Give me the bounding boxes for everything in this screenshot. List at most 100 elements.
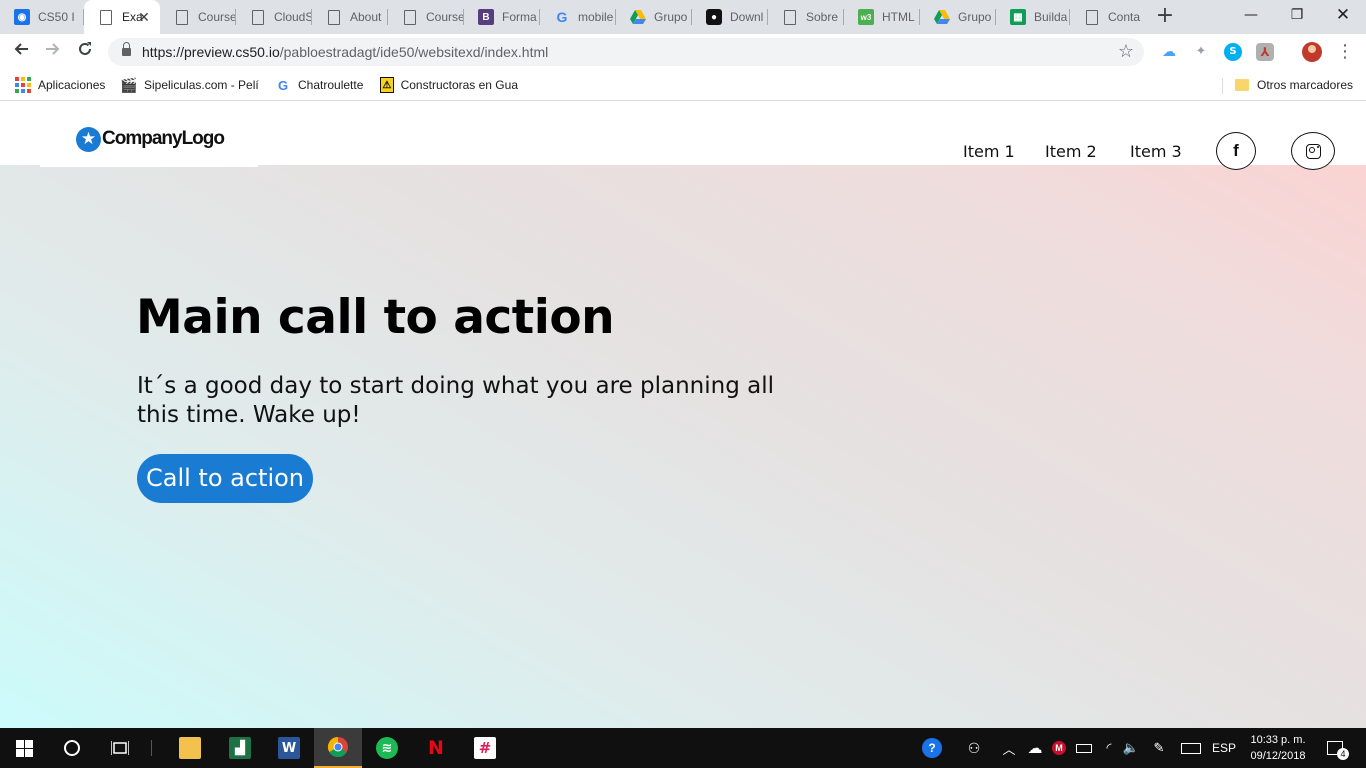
bookmark-sipeliculas[interactable]: 🎬 Sipeliculas.com - Pelí: [121, 76, 261, 94]
tab-about[interactable]: About: [312, 0, 388, 34]
bookmarks-bar: Aplicaciones 🎬 Sipeliculas.com - Pelí G …: [0, 70, 1366, 101]
taskbar-netflix[interactable]: N: [412, 728, 460, 768]
people-tray[interactable]: ⚇: [960, 728, 988, 768]
task-view-button[interactable]: [96, 728, 144, 768]
onedrive-extension-icon[interactable]: ☁: [1160, 43, 1178, 61]
restore-button[interactable]: ❐: [1274, 0, 1320, 30]
facebook-button[interactable]: f: [1216, 132, 1256, 170]
tab-download[interactable]: ● Downl: [692, 0, 768, 34]
forward-arrow-icon: [46, 43, 60, 55]
instagram-button[interactable]: [1291, 132, 1335, 170]
keyboard-tray[interactable]: [1178, 728, 1204, 768]
taskbar-chrome[interactable]: [314, 728, 362, 768]
tab-course[interactable]: Course: [160, 0, 236, 34]
onedrive-icon: ☁: [1027, 740, 1043, 757]
battery-tray[interactable]: [1073, 728, 1095, 768]
forward-button[interactable]: [40, 39, 66, 65]
taskbar-slack[interactable]: #: [461, 728, 509, 768]
tab-label: Course: [198, 10, 236, 24]
help-icon: ?: [922, 738, 942, 758]
keyboard-icon: [1181, 742, 1201, 754]
tab-conta[interactable]: Conta: [1070, 0, 1146, 34]
pen-tray[interactable]: ✎: [1148, 728, 1170, 768]
taskbar-word[interactable]: W: [265, 728, 313, 768]
nav-item-1[interactable]: Item 1: [963, 142, 1015, 161]
bookmark-apps[interactable]: Aplicaciones: [15, 76, 105, 94]
mcafee-icon: M: [1052, 741, 1066, 755]
close-tab-icon[interactable]: ✕: [136, 9, 152, 25]
tab-label: Conta: [1108, 10, 1141, 24]
bookmark-star-icon[interactable]: ☆: [1118, 41, 1134, 62]
wifi-tray[interactable]: ◜: [1098, 728, 1120, 768]
pen-icon: ✎: [1153, 740, 1165, 755]
construction-icon: ⚠: [380, 77, 394, 93]
new-tab-button[interactable]: +: [1154, 5, 1176, 28]
tab-drive-grupo-2[interactable]: Grupo: [920, 0, 996, 34]
tab-label: Grupo: [958, 10, 992, 24]
bookmark-other-folder[interactable]: Otros marcadores: [1234, 76, 1353, 94]
bootstrap-icon: B: [478, 9, 494, 25]
url-text[interactable]: https://preview.cs50.io/pabloestradagt/i…: [142, 44, 548, 60]
tab-bootstrap[interactable]: B Forma: [464, 0, 540, 34]
help-tray[interactable]: ?: [918, 728, 946, 768]
cortana-button[interactable]: [48, 728, 96, 768]
tab-drive-grupo[interactable]: Grupo: [616, 0, 692, 34]
star-logo-icon: ★: [76, 127, 101, 152]
skype-extension-icon[interactable]: S: [1224, 43, 1242, 61]
tab-label: Course: [426, 10, 464, 24]
google-drive-icon: [934, 9, 950, 25]
show-hidden-icons[interactable]: ︿: [998, 728, 1020, 768]
tab-course-2[interactable]: Course: [388, 0, 464, 34]
tab-sheets-builda[interactable]: ▦ Builda: [996, 0, 1070, 34]
page-icon: [784, 9, 796, 25]
tab-label: About: [350, 10, 382, 24]
w3schools-icon: w3: [858, 9, 874, 25]
nav-item-3[interactable]: Item 3: [1130, 142, 1182, 161]
volume-tray[interactable]: 🔈: [1120, 728, 1142, 768]
onedrive-tray[interactable]: ☁: [1024, 728, 1046, 768]
windows-start-button[interactable]: [0, 728, 48, 768]
call-to-action-button[interactable]: Call to action: [137, 454, 313, 503]
address-bar[interactable]: https://preview.cs50.io/pabloestradagt/i…: [108, 38, 1144, 66]
tab-label: HTML: [882, 10, 915, 24]
minimize-button[interactable]: —: [1228, 0, 1274, 30]
language-indicator[interactable]: ESP: [1210, 728, 1238, 768]
profile-avatar[interactable]: [1302, 42, 1322, 62]
tab-active-example[interactable]: Exa ✕: [84, 0, 160, 34]
tab-google-mobile[interactable]: G mobile: [540, 0, 616, 34]
tab-w3schools-html[interactable]: w3 HTML: [844, 0, 920, 34]
notification-count: 4: [1337, 748, 1349, 760]
site-header: ★ CompanyLogo Item 1 Item 2 Item 3 f: [0, 102, 1366, 170]
extension-icon[interactable]: ✦: [1192, 43, 1210, 61]
bookmark-chatroulette[interactable]: G Chatroulette: [275, 76, 363, 94]
camera-icon: ●: [706, 9, 722, 25]
tab-sobre[interactable]: Sobre: [768, 0, 844, 34]
instagram-icon: [1305, 143, 1321, 159]
acrobat-extension-icon[interactable]: ⅄: [1256, 43, 1274, 61]
system-clock[interactable]: 10:33 p. m. 09/12/2018: [1247, 732, 1309, 764]
tab-cs50[interactable]: ◉ CS50 I: [0, 0, 84, 34]
mcafee-tray[interactable]: M: [1049, 728, 1069, 768]
taskbar-file-explorer[interactable]: [166, 728, 214, 768]
clapperboard-icon: 🎬: [121, 76, 138, 93]
reload-icon: [79, 42, 91, 55]
back-button[interactable]: [8, 39, 34, 65]
chrome-icon: [327, 736, 348, 758]
bookmark-constructoras[interactable]: ⚠ Constructoras en Gua: [380, 76, 518, 94]
reload-button[interactable]: [72, 39, 98, 65]
taskbar-excel[interactable]: ▟: [216, 728, 264, 768]
facebook-icon: f: [1233, 141, 1239, 160]
close-window-button[interactable]: ✕: [1320, 0, 1366, 30]
hero-subtitle: It´s a good day to start doing what you …: [137, 373, 774, 428]
bookmark-label: Chatroulette: [298, 78, 364, 92]
company-logo[interactable]: ★ CompanyLogo: [40, 102, 258, 167]
page-icon: [1086, 9, 1098, 25]
cs50-icon: ◉: [14, 9, 30, 25]
page-icon: [404, 9, 416, 25]
browser-menu-icon[interactable]: ⋮: [1336, 42, 1354, 62]
taskbar-spotify[interactable]: ≋: [363, 728, 411, 768]
hero-title: Main call to action: [136, 290, 615, 345]
nav-item-2[interactable]: Item 2: [1045, 142, 1097, 161]
action-center[interactable]: 4: [1320, 728, 1350, 768]
tab-clouds[interactable]: CloudS: [236, 0, 312, 34]
